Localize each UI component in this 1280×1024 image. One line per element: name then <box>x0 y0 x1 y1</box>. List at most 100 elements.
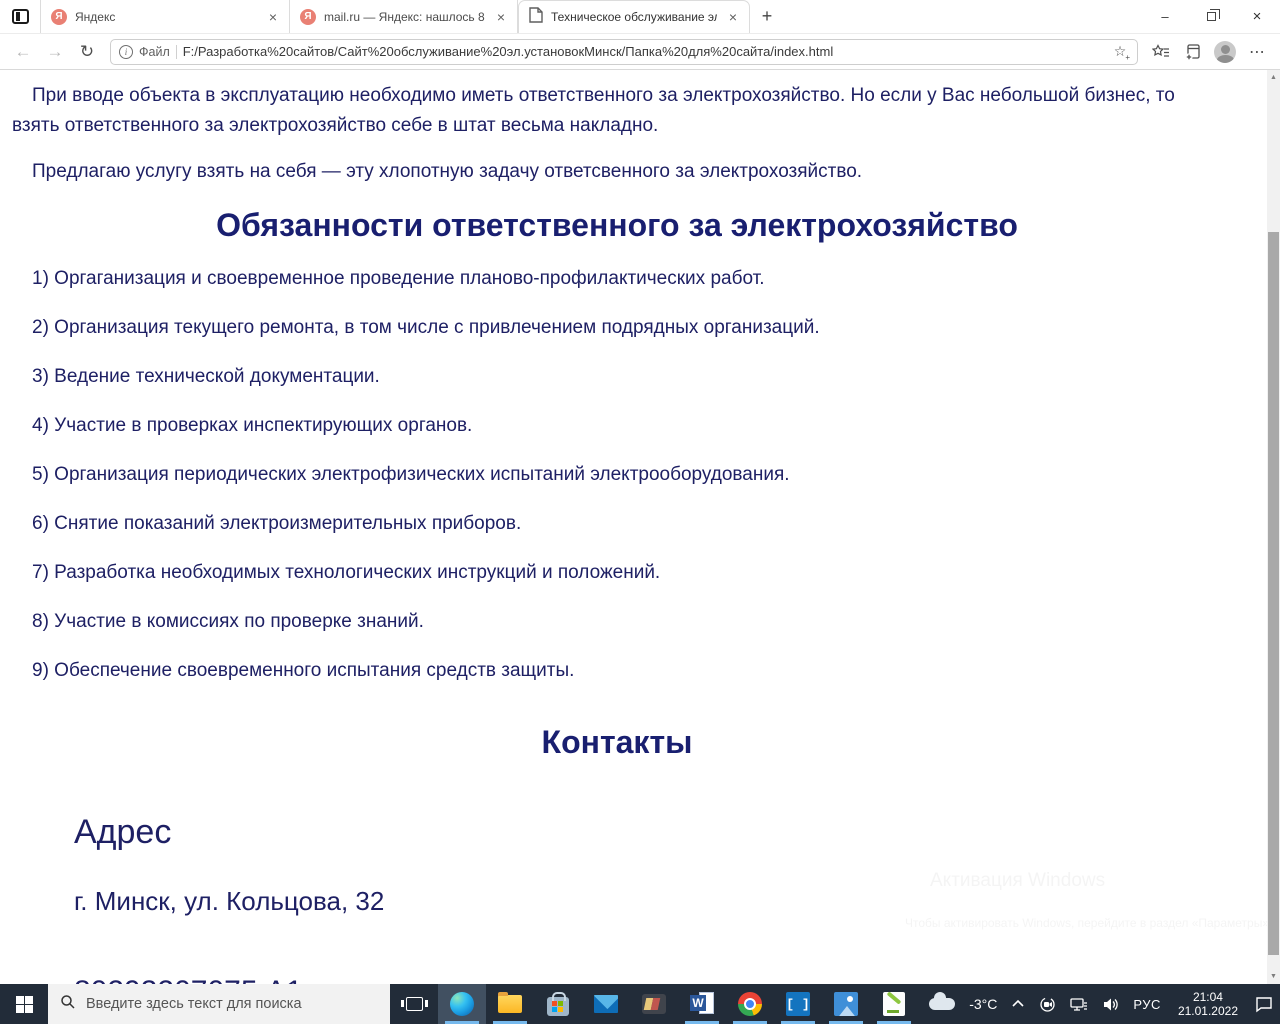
browser-tab-mailru[interactable]: Я mail.ru — Яндекс: нашлось 88 м × <box>290 0 518 33</box>
duties-heading: Обязанности ответственного за электрохоз… <box>12 207 1222 244</box>
collections-button[interactable] <box>1178 37 1208 67</box>
task-view-button[interactable] <box>390 984 438 1024</box>
task-view-icon <box>406 997 423 1011</box>
phone-link[interactable]: 80293207075 А1 <box>74 975 303 984</box>
browser-tab-yandex[interactable]: Я Яндекс × <box>40 0 290 33</box>
browser-toolbar: ← → ↻ i Файл F:/Разработка%20сайтов/Сайт… <box>0 34 1280 70</box>
search-placeholder: Введите здесь текст для поиска <box>86 996 302 1012</box>
weather-widget[interactable] <box>922 984 962 1024</box>
temperature-label[interactable]: -3°C <box>962 984 1004 1024</box>
graphics-app-icon <box>642 994 666 1014</box>
tab-actions-icon <box>12 9 29 24</box>
duty-item: 7) Разработка необходимых технологически… <box>32 562 1222 584</box>
taskbar-notepadpp-button[interactable] <box>870 984 918 1024</box>
microsoft-store-icon <box>547 997 569 1016</box>
page-scrollbar[interactable]: ▲ ▼ <box>1267 70 1280 984</box>
tab-title: Техническое обслуживание эл <box>551 10 717 24</box>
duties-list: 1) Оргаганизация и своевременное проведе… <box>12 268 1222 682</box>
mail-icon <box>594 995 618 1013</box>
file-scheme-label: Файл <box>139 45 170 59</box>
photos-icon <box>834 992 858 1016</box>
taskbar-chrome-button[interactable] <box>726 984 774 1024</box>
cloud-icon <box>929 998 955 1010</box>
taskbar-store-button[interactable] <box>534 984 582 1024</box>
scroll-down-icon[interactable]: ▼ <box>1267 969 1280 984</box>
windows-activation-watermark-sub: Чтобы активировать Windows, перейдите в … <box>905 916 1272 930</box>
address-separator <box>176 45 177 59</box>
system-tray: -3°C РУС 21:04 21.01.2022 <box>922 984 1280 1024</box>
start-button[interactable] <box>0 984 48 1024</box>
taskbar-brackets-button[interactable]: [ ] <box>774 984 822 1024</box>
contact-block: Адрес г. Минск, ул. Кольцова, 32 8029320… <box>74 813 1222 984</box>
web-page-content: При вводе объекта в эксплуатацию необход… <box>0 70 1280 984</box>
tab-title: mail.ru — Яндекс: нашлось 88 м <box>324 10 485 24</box>
browser-tabstrip: Я Яндекс × Я mail.ru — Яндекс: нашлось 8… <box>0 0 1280 34</box>
forward-button[interactable]: → <box>40 37 70 67</box>
duty-item: 9) Обеспечение своевременного испытания … <box>32 660 1222 682</box>
document-favicon-icon <box>529 7 543 28</box>
window-restore-button[interactable] <box>1188 0 1234 33</box>
back-button[interactable]: ← <box>8 37 38 67</box>
brackets-icon: [ ] <box>786 992 810 1016</box>
taskbar-mail-button[interactable] <box>582 984 630 1024</box>
windows-taskbar: Введите здесь текст для поиска W [ ] -3°… <box>0 984 1280 1024</box>
tab-close-icon[interactable]: × <box>265 9 281 25</box>
tab-close-icon[interactable]: × <box>493 9 509 25</box>
taskbar-file-explorer-button[interactable] <box>486 984 534 1024</box>
avatar-icon <box>1214 41 1236 63</box>
word-icon: W <box>690 992 714 1016</box>
duty-item: 1) Оргаганизация и своевременное проведе… <box>32 268 1222 290</box>
taskbar-edge-button[interactable] <box>438 984 486 1024</box>
profile-avatar[interactable] <box>1210 37 1240 67</box>
taskbar-graphics-app-button[interactable] <box>630 984 678 1024</box>
tab-close-icon[interactable]: × <box>725 9 741 25</box>
tray-overflow-button[interactable] <box>1004 984 1032 1024</box>
taskbar-photos-button[interactable] <box>822 984 870 1024</box>
intro-paragraph: При вводе объекта в эксплуатацию необход… <box>12 81 1222 141</box>
windows-activation-watermark: Активация Windows <box>930 870 1105 892</box>
duty-item: 6) Снятие показаний электроизмерительных… <box>32 513 1222 535</box>
new-tab-button[interactable]: + <box>750 0 784 33</box>
network-button[interactable] <box>1063 984 1095 1024</box>
file-explorer-icon <box>498 995 522 1013</box>
duty-item: 5) Организация периодических электрофизи… <box>32 464 1222 486</box>
yandex-favicon-icon: Я <box>300 9 316 25</box>
time-label: 21:04 <box>1178 990 1238 1004</box>
contacts-heading: Контакты <box>12 724 1222 761</box>
tab-title: Яндекс <box>75 10 257 24</box>
duty-item: 3) Ведение технической документации. <box>32 366 1222 388</box>
add-favorite-icon[interactable]: ☆ <box>1111 43 1129 60</box>
clock[interactable]: 21:04 21.01.2022 <box>1168 984 1248 1024</box>
offer-paragraph: Предлагаю услугу взять на себя — эту хло… <box>12 157 1222 187</box>
address-bar[interactable]: i Файл F:/Разработка%20сайтов/Сайт%20обс… <box>110 39 1138 65</box>
action-center-button[interactable] <box>1248 984 1280 1024</box>
scrollbar-thumb[interactable] <box>1268 232 1279 955</box>
taskbar-word-button[interactable]: W <box>678 984 726 1024</box>
window-controls: – × <box>1142 0 1280 33</box>
edge-icon <box>450 992 474 1016</box>
url-text[interactable]: F:/Разработка%20сайтов/Сайт%20обслуживан… <box>183 44 1105 59</box>
duty-item: 4) Участие в проверках инспектирующих ор… <box>32 415 1222 437</box>
taskbar-search-input[interactable]: Введите здесь текст для поиска <box>48 984 390 1024</box>
notepad-plus-plus-icon <box>883 992 905 1016</box>
date-label: 21.01.2022 <box>1178 1004 1238 1018</box>
favorites-button[interactable] <box>1146 37 1176 67</box>
duty-item: 8) Участие в комиссиях по проверке знани… <box>32 611 1222 633</box>
settings-menu-button[interactable]: ⋯ <box>1242 37 1272 67</box>
restore-icon <box>1207 12 1216 21</box>
search-icon <box>60 994 76 1015</box>
chrome-icon <box>738 992 762 1016</box>
browser-tab-active[interactable]: Техническое обслуживание эл × <box>518 0 750 33</box>
address-heading: Адрес <box>74 813 1222 852</box>
scroll-up-icon[interactable]: ▲ <box>1267 70 1280 85</box>
language-indicator[interactable]: РУС <box>1126 984 1168 1024</box>
refresh-button[interactable]: ↻ <box>72 37 102 67</box>
volume-button[interactable] <box>1095 984 1126 1024</box>
duty-item: 2) Организация текущего ремонта, в том ч… <box>32 317 1222 339</box>
yandex-favicon-icon: Я <box>51 9 67 25</box>
tab-actions-menu-button[interactable] <box>0 0 40 33</box>
window-minimize-button[interactable]: – <box>1142 0 1188 33</box>
window-close-button[interactable]: × <box>1234 0 1280 33</box>
meet-now-button[interactable] <box>1032 984 1063 1024</box>
page-info-icon[interactable]: i <box>119 45 133 59</box>
